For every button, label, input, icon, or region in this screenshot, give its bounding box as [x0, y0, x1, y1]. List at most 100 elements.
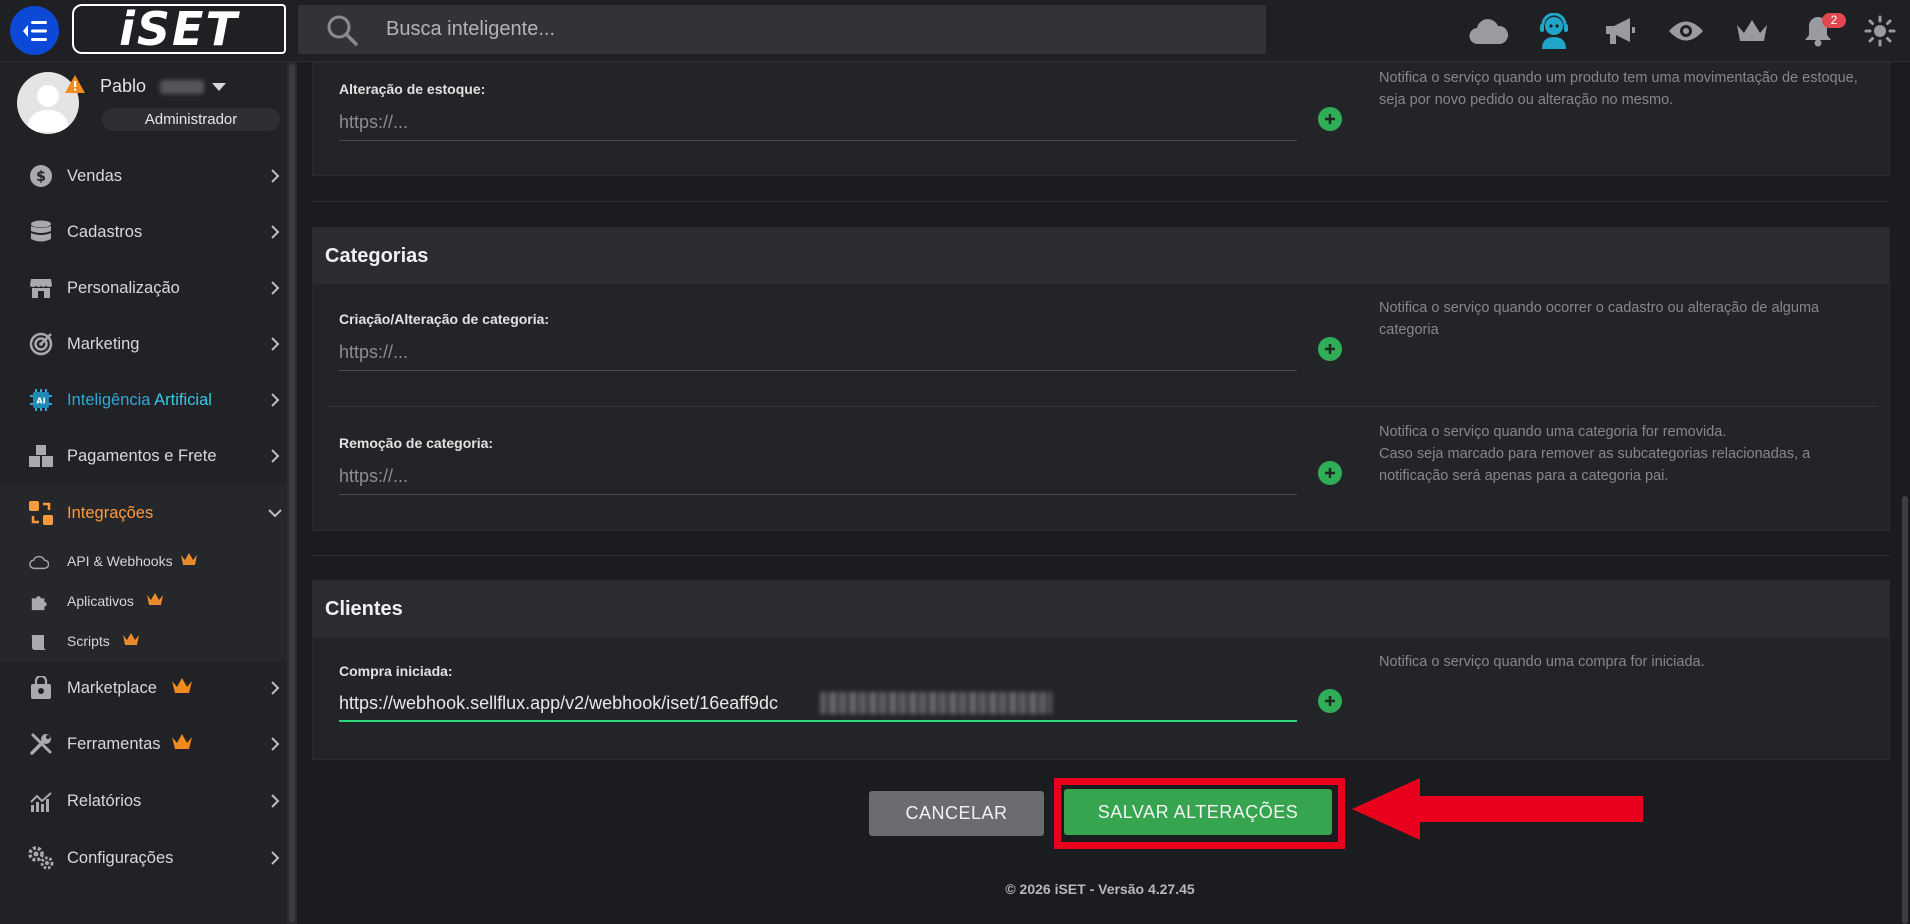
- sidebar-item-label: Integrações: [67, 503, 154, 522]
- iset-logo[interactable]: iSET: [72, 2, 286, 56]
- search-icon: [327, 15, 358, 46]
- sidebar-scrollbar[interactable]: [287, 62, 297, 924]
- sidebar-item-vendas[interactable]: $ Vendas: [0, 148, 287, 204]
- sidebar-item-marketing[interactable]: Marketing: [0, 316, 287, 372]
- field-help-text: Notifica o serviço quando uma categoria …: [1379, 424, 1811, 484]
- submenu-item-api-webhooks[interactable]: API & Webhooks: [0, 541, 287, 581]
- menu-collapse-icon: [22, 20, 47, 41]
- store-icon: [27, 274, 55, 302]
- sun-icon[interactable]: [1858, 9, 1902, 53]
- crown-icon: [172, 734, 192, 749]
- boxes-icon: [27, 442, 55, 470]
- tools-icon: [27, 730, 55, 758]
- submenu-item-aplicativos[interactable]: Aplicativos: [0, 581, 287, 621]
- redacted-url-token: [820, 692, 1052, 714]
- ai-chip-icon: AI: [27, 386, 55, 414]
- sidebar-item-label: Pagamentos e Frete: [67, 446, 217, 465]
- produtos-section: Alteração de estoque: Notifica o serviço…: [312, 62, 1890, 176]
- caret-down-icon[interactable]: [211, 82, 227, 92]
- add-webhook-button[interactable]: [1318, 107, 1342, 131]
- warning-icon[interactable]: [64, 74, 86, 94]
- chevron-right-icon: [271, 449, 280, 463]
- user-role-badge: Administrador: [102, 108, 280, 131]
- plus-icon: [1325, 468, 1335, 478]
- svg-text:$: $: [36, 169, 46, 185]
- field-label: Criação/Alteração de categoria:: [339, 311, 550, 327]
- sidebar-item-label: Ferramentas: [67, 734, 161, 753]
- user-name[interactable]: Pablo: [100, 76, 146, 97]
- field-help-text: Notifica o serviço quando uma compra for…: [1379, 654, 1705, 670]
- save-changes-button[interactable]: SALVAR ALTERAÇÕES: [1064, 789, 1332, 835]
- estoque-webhook-input[interactable]: [339, 105, 1297, 141]
- notification-badge: 2: [1822, 13, 1846, 28]
- crown-icon: [123, 633, 139, 645]
- chevron-right-icon: [271, 225, 280, 239]
- chevron-right-icon: [271, 393, 280, 407]
- add-webhook-button[interactable]: [1318, 337, 1342, 361]
- megaphone-icon[interactable]: [1598, 9, 1642, 53]
- crown-icon: [147, 593, 163, 605]
- search-bar: [298, 5, 1266, 54]
- chevron-right-icon: [271, 337, 280, 351]
- categoria-remocao-webhook-input[interactable]: [339, 459, 1297, 495]
- sidebar-item-personalizacao[interactable]: Personalização: [0, 260, 287, 316]
- scroll-icon: [31, 635, 47, 650]
- sidebar-item-marketplace[interactable]: Marketplace: [0, 660, 287, 716]
- field-help-text: Notifica o serviço quando um produto tem…: [1379, 70, 1858, 108]
- sidebar-item-pagamentos-frete[interactable]: Pagamentos e Frete: [0, 428, 287, 484]
- cloud-outline-icon: [29, 555, 49, 570]
- submenu-item-label: Aplicativos: [67, 593, 134, 609]
- gears-icon: [27, 844, 55, 872]
- sidebar-item-label: Marketplace: [67, 678, 157, 697]
- chevron-right-icon: [271, 737, 280, 751]
- red-arrow-annotation: [1352, 778, 1643, 840]
- sidebar-item-configuracoes[interactable]: Configurações: [0, 830, 287, 886]
- submenu-item-scripts[interactable]: Scripts: [0, 621, 287, 661]
- plus-icon: [1325, 114, 1335, 124]
- puzzle-icon: [31, 596, 47, 611]
- integrations-icon: [27, 499, 55, 527]
- support-agent-icon[interactable]: [1532, 9, 1576, 53]
- section-title: Clientes: [313, 581, 1889, 637]
- section-divider: [312, 555, 1890, 556]
- footer-version: © 2026 iSET - Versão 4.27.45: [1005, 881, 1195, 897]
- eye-icon[interactable]: [1664, 9, 1708, 53]
- plus-icon: [1325, 696, 1335, 706]
- field-label: Compra iniciada:: [339, 663, 453, 679]
- database-icon: [27, 218, 55, 246]
- chart-icon: [27, 787, 55, 815]
- sidebar-item-inteligencia-artificial[interactable]: AI Inteligência Artificial: [0, 372, 287, 428]
- plus-icon: [1325, 344, 1335, 354]
- bell-icon[interactable]: 2: [1796, 9, 1846, 53]
- crown-icon: [172, 678, 192, 693]
- sidebar-item-label: Inteligência Artificial: [67, 390, 212, 409]
- cancel-button[interactable]: CANCELAR: [869, 791, 1044, 836]
- chevron-right-icon: [271, 681, 280, 695]
- sidebar-item-label: Vendas: [67, 166, 123, 185]
- categoria-criacao-webhook-input[interactable]: [339, 335, 1297, 371]
- sidebar-item-label: Cadastros: [67, 222, 143, 241]
- page-scrollbar[interactable]: [1900, 62, 1910, 924]
- section-divider: [312, 201, 1890, 202]
- svg-text:AI: AI: [36, 397, 45, 406]
- target-icon: [27, 330, 55, 358]
- crown-icon: [181, 553, 197, 565]
- submenu-item-label: API & Webhooks: [67, 553, 173, 569]
- sidebar-item-label: Marketing: [67, 334, 140, 353]
- search-input[interactable]: [386, 5, 1266, 54]
- menu-toggle-button[interactable]: [10, 6, 59, 55]
- chevron-right-icon: [271, 794, 280, 808]
- sidebar-item-label: Configurações: [67, 848, 174, 867]
- sidebar-item-integracoes[interactable]: Integrações: [0, 485, 287, 541]
- row-divider: [325, 406, 1879, 407]
- chevron-right-icon: [271, 281, 280, 295]
- sidebar-item-cadastros[interactable]: Cadastros: [0, 204, 287, 260]
- compra-iniciada-webhook-input[interactable]: [339, 686, 1297, 722]
- add-webhook-button[interactable]: [1318, 689, 1342, 713]
- crown-icon[interactable]: [1730, 9, 1774, 53]
- add-webhook-button[interactable]: [1318, 461, 1342, 485]
- sidebar-item-relatorios[interactable]: Relatórios: [0, 773, 287, 829]
- chevron-down-icon: [268, 509, 282, 518]
- cloud-icon[interactable]: [1466, 9, 1510, 53]
- sidebar-item-ferramentas[interactable]: Ferramentas: [0, 716, 287, 772]
